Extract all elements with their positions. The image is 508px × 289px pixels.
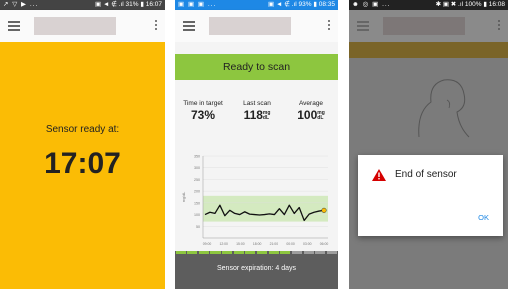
sensor-life-segment	[303, 251, 314, 254]
x-tick-label: 12:00	[219, 242, 228, 246]
sensor-life-segment	[187, 251, 198, 254]
x-tick-label: 00:00	[286, 242, 295, 246]
app-bar	[175, 10, 338, 42]
sensor-life-segment	[268, 251, 279, 254]
overview-panel: Ready to scan Time in target 73% Last sc…	[175, 42, 338, 289]
status-icons-right: ✱ ▣ ✖ .ıl 100% ▮ 16:08	[435, 1, 505, 8]
app-bar	[0, 10, 165, 42]
menu-icon[interactable]	[183, 21, 195, 31]
y-tick-label: 350	[194, 155, 200, 159]
screen-sensor-warmup: ↗ ▽ ▶ ... ▣ ◄ ∉ .ıl 31% ▮ 16:07 Sensor r…	[0, 0, 165, 289]
more-options-icon[interactable]	[328, 20, 330, 32]
app-bar	[349, 10, 508, 42]
warmup-panel: Sensor ready at: 17:07	[0, 42, 165, 289]
warning-icon	[372, 169, 386, 181]
screen-glucose-overview: ▣ ▣ ▣ ... ▣ ◄ ∉ .ıl 93% ▮ 08:35 Ready to…	[175, 0, 338, 289]
current-reading-point	[321, 207, 327, 213]
screen-end-of-sensor: ☻ ◎ ▣ ... ✱ ▣ ✖ .ıl 100% ▮ 16:08 End of …	[349, 0, 508, 289]
more-options-icon[interactable]	[155, 20, 157, 32]
redacted-title	[383, 17, 465, 35]
menu-icon	[357, 21, 369, 31]
sensor-ready-time: 17:07	[44, 147, 121, 180]
sensor-life-segment	[326, 251, 337, 254]
ok-button[interactable]: OK	[478, 213, 489, 222]
stat-last-scan: Last scan 118mg dL	[233, 100, 281, 122]
y-tick-label: 300	[194, 166, 200, 170]
redacted-title	[34, 17, 116, 35]
stats-row: Time in target 73% Last scan 118mg dL Ave…	[175, 100, 338, 130]
more-options-icon	[498, 20, 500, 32]
status-icons-right: ▣ ◄ ∉ .ıl 31% ▮ 16:07	[95, 1, 162, 8]
sensor-illustration	[418, 79, 470, 138]
sensor-life-segment	[280, 251, 291, 254]
status-icons-left: ☻ ◎ ▣ ...	[352, 1, 391, 8]
menu-icon[interactable]	[8, 21, 20, 31]
stat-time-in-target: Time in target 73%	[177, 100, 229, 122]
stat-value: 100mg dL	[297, 108, 325, 122]
y-tick-label: 100	[194, 213, 200, 217]
dialog-title: End of sensor	[395, 169, 457, 180]
status-bar: ↗ ▽ ▶ ... ▣ ◄ ∉ .ıl 31% ▮ 16:07	[0, 0, 165, 10]
sensor-life-segment	[222, 251, 233, 254]
status-bar: ☻ ◎ ▣ ... ✱ ▣ ✖ .ıl 100% ▮ 16:08	[349, 0, 508, 10]
end-of-sensor-dialog: End of sensor OK	[358, 155, 503, 236]
x-tick-label: 06:00	[320, 242, 329, 246]
sensor-life-segment	[257, 251, 268, 254]
sensor-life-segment	[198, 251, 209, 254]
dimmed-banner	[349, 42, 508, 58]
y-tick-label: 250	[194, 178, 200, 182]
glucose-chart: 350 300 250 200 150 100 50 09:00 12:00 15:00 18:00…	[182, 155, 329, 247]
sensor-life-segment	[233, 251, 244, 254]
y-tick-label: 200	[194, 190, 200, 194]
stat-value: 118mg dL	[243, 108, 271, 122]
status-icons-left: ↗ ▽ ▶ ...	[3, 1, 39, 8]
sensor-footer: Sensor expiration: 4 days	[175, 251, 338, 289]
stat-label: Last scan	[243, 100, 271, 107]
sensor-ready-label: Sensor ready at:	[45, 124, 120, 135]
y-tick-label: 150	[194, 201, 200, 205]
y-axis-label: mg/dL	[182, 192, 186, 203]
stat-label: Average	[298, 100, 324, 107]
x-tick-label: 09:00	[203, 242, 212, 246]
sensor-life-segment	[245, 251, 256, 254]
stat-label: Time in target	[183, 100, 223, 107]
sensor-life-segment	[315, 251, 326, 254]
sensor-life-segment	[291, 251, 303, 254]
x-tick-label: 15:00	[236, 242, 245, 246]
x-tick-label: 03:00	[303, 242, 312, 246]
redacted-title	[209, 17, 291, 35]
status-icons-right: ▣ ◄ ∉ .ıl 93% ▮ 08:35	[268, 1, 335, 8]
sensor-life-segment	[175, 251, 186, 254]
stat-value: 73%	[190, 108, 216, 122]
x-tick-label: 21:00	[270, 242, 279, 246]
x-tick-label: 18:00	[253, 242, 262, 246]
ready-to-scan-banner[interactable]: Ready to scan	[175, 54, 338, 80]
status-bar: ▣ ▣ ▣ ... ▣ ◄ ∉ .ıl 93% ▮ 08:35	[175, 0, 338, 10]
sensor-expiration-text: Sensor expiration: 4 days	[217, 265, 296, 272]
dimmed-background: End of sensor OK	[349, 42, 508, 289]
sensor-life-segment	[210, 251, 221, 254]
stat-average: Average 100mg dL	[287, 100, 335, 122]
y-tick-label: 50	[196, 225, 200, 229]
status-icons-left: ▣ ▣ ▣ ...	[178, 1, 217, 8]
